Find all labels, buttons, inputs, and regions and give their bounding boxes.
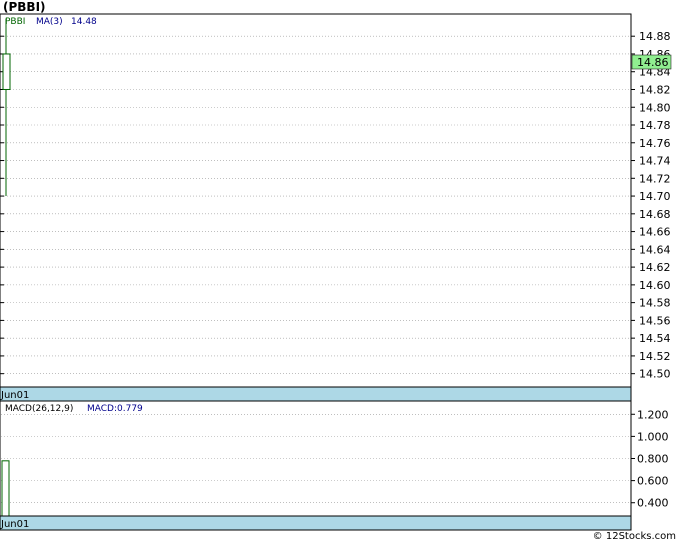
macd-x-tick-label: Jun01 (0, 519, 29, 530)
macd-y-axis: 0.400 0.600 0.800 1.000 1.200 (631, 408, 669, 510)
price-y-tick-label: 14.70 (639, 190, 671, 203)
price-y-tick-label: 14.56 (639, 314, 671, 327)
price-y-tick-label: 14.66 (639, 226, 671, 239)
price-y-tick-label: 14.52 (639, 350, 671, 363)
price-y-tick-label: 14.82 (639, 83, 671, 96)
price-legend: PBBI MA(3) 14.48 (5, 17, 97, 27)
macd-y-tick-label: 1.000 (637, 430, 669, 443)
macd-y-tick-label: 0.400 (637, 497, 669, 510)
macd-bars (1, 460, 10, 517)
credit-text: © 12Stocks.com (592, 531, 676, 542)
stock-chart: 14.50 14.52 14.54 14.56 14.58 14.60 14.62 14.64… (0, 13, 672, 531)
legend-macd-value: MACD:0.779 (87, 404, 143, 414)
legend-ma: MA(3) (36, 17, 63, 27)
price-y-tick-label: 14.68 (639, 208, 671, 221)
macd-y-tick-label: 0.600 (637, 475, 669, 488)
legend-macd: MACD(26,12,9) (5, 404, 73, 414)
price-y-tick-label: 14.88 (639, 30, 671, 43)
legend-ticker: PBBI (5, 17, 25, 27)
price-y-tick-label: 14.72 (639, 172, 671, 185)
legend-ma-value: 14.48 (71, 17, 97, 27)
price-y-tick-label: 14.64 (639, 243, 671, 256)
price-y-tick-label: 14.54 (639, 332, 671, 345)
macd-panel: 0.4000.6000.8001.0001.200 MACD(26,12,9) … (0, 400, 669, 531)
price-y-tick-label: 14.80 (639, 101, 671, 114)
price-x-tick-label: Jun01 (0, 390, 29, 401)
price-y-tick-label: 14.62 (639, 261, 671, 274)
macd-bar (1, 460, 10, 517)
macd-y-tick-label: 0.800 (637, 453, 669, 466)
price-y-tick-label: 14.50 (639, 368, 671, 381)
price-x-axis-band (0, 386, 632, 402)
price-panel-frame (0, 13, 632, 388)
last-price-label: 14.86 (637, 56, 669, 69)
price-y-tick-label: 14.78 (639, 119, 671, 132)
price-y-tick-label: 14.74 (639, 155, 671, 168)
price-y-tick-label: 14.76 (639, 137, 671, 150)
candle-body (2, 53, 11, 90)
last-price-tag: 14.86 (631, 54, 672, 70)
macd-x-axis-band (0, 515, 632, 531)
price-y-tick-label: 14.58 (639, 297, 671, 310)
macd-y-tick-label: 1.200 (637, 408, 669, 421)
price-y-tick-label: 14.60 (639, 279, 671, 292)
price-panel: 14.50 14.52 14.54 14.56 14.58 14.60 14.62 14.64… (0, 13, 672, 402)
